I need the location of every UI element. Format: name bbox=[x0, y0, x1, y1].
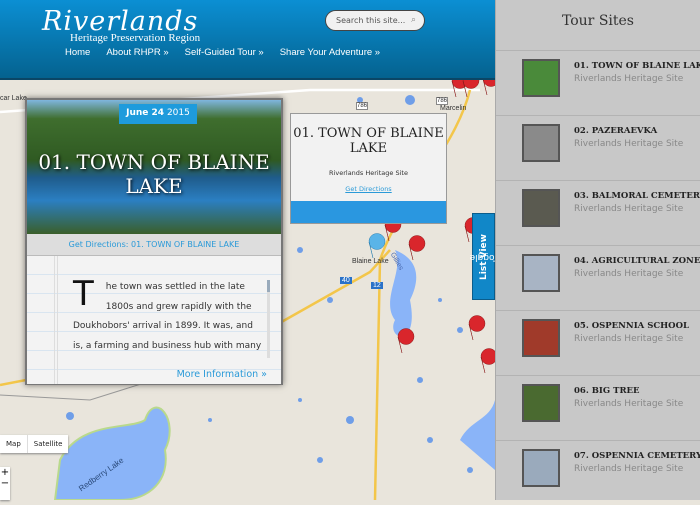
logo-subtitle: Heritage Preservation Region bbox=[70, 32, 201, 44]
info-bar bbox=[291, 201, 446, 223]
tour-site-item[interactable]: 03. BALMORAL CEMETERY Riverlands Heritage… bbox=[496, 180, 700, 245]
notebook-margin bbox=[54, 256, 58, 384]
site-subtitle: Riverlands Heritage Site bbox=[574, 399, 684, 409]
get-directions-link[interactable]: Get Directions: 01. TOWN OF BLAINE LAKE bbox=[27, 234, 281, 256]
search-input[interactable]: Search this site... ⌕ bbox=[325, 10, 425, 31]
nav-tour[interactable]: Self-Guided Tour » bbox=[185, 47, 264, 58]
description: The town was settled in the late 1800s a… bbox=[73, 274, 263, 356]
site-thumbnail bbox=[522, 254, 560, 292]
more-information-link[interactable]: More Information » bbox=[177, 369, 267, 380]
search-icon[interactable]: ⌕ bbox=[411, 15, 416, 25]
nav-home[interactable]: Home bbox=[65, 47, 90, 58]
info-subtitle: Riverlands Heritage Site bbox=[329, 169, 408, 177]
site-thumbnail bbox=[522, 449, 560, 487]
date-year: 2015 bbox=[166, 108, 190, 118]
site-subtitle: Riverlands Heritage Site bbox=[574, 204, 684, 214]
site-title: 03. BALMORAL CEMETERY bbox=[574, 191, 700, 201]
site-thumbnail bbox=[522, 384, 560, 422]
sidebar-title: Tour Sites bbox=[561, 13, 634, 29]
date-day: June 24 bbox=[126, 108, 165, 118]
nav-share[interactable]: Share Your Adventure » bbox=[280, 47, 380, 58]
site-thumbnail bbox=[522, 59, 560, 97]
site-title: 06. BIG TREE bbox=[574, 386, 640, 396]
map-label-blaine-lake: Blaine Lake bbox=[352, 258, 389, 265]
map-label-marcelin: Marcelin bbox=[440, 105, 467, 112]
site-subtitle: Riverlands Heritage Site bbox=[574, 269, 684, 279]
drop-cap: T bbox=[73, 274, 94, 314]
highway-shield: 12 bbox=[371, 282, 383, 289]
description-text: he town was settled in the late 1800s an… bbox=[73, 282, 262, 351]
scrollbar[interactable] bbox=[267, 280, 270, 358]
site-title: 02. PAZERAEVKA bbox=[574, 126, 658, 136]
toggle-prefix: Toggle bbox=[469, 251, 498, 262]
tour-site-item[interactable]: 01. TOWN OF BLAINE LAKE Riverlands Herita… bbox=[496, 50, 700, 115]
site-subtitle: Riverlands Heritage Site bbox=[574, 139, 684, 149]
tour-site-item[interactable]: 04. AGRICULTURAL ZONE Riverlands Heritage… bbox=[496, 245, 700, 310]
info-directions-link[interactable]: Get Directions bbox=[291, 185, 446, 193]
map-type-satellite-button[interactable]: Satellite bbox=[26, 435, 69, 453]
map-type-map-button[interactable]: Map bbox=[0, 435, 27, 453]
main-nav: Home About RHPR » Self-Guided Tour » Sha… bbox=[65, 47, 380, 58]
logo[interactable]: Riverlands Heritage Preservation Region bbox=[42, 8, 201, 45]
site-subtitle: Riverlands Heritage Site bbox=[574, 464, 684, 474]
zoom-control: + − bbox=[0, 467, 10, 500]
site-header: Riverlands Heritage Preservation Region … bbox=[0, 0, 495, 80]
tour-site-item[interactable]: 07. OSPENNIA CEMETERY Riverlands Heritage… bbox=[496, 440, 700, 505]
site-title: 04. AGRICULTURAL ZONE bbox=[574, 256, 700, 266]
site-subtitle: Riverlands Heritage Site bbox=[574, 334, 684, 344]
toggle-list-view-button[interactable]: Toggle List View bbox=[469, 213, 498, 300]
site-thumbnail bbox=[522, 189, 560, 227]
tour-site-item[interactable]: 02. PAZERAEVKA Riverlands Heritage Site bbox=[496, 115, 700, 180]
date-badge: June 24 2015 bbox=[119, 104, 197, 124]
highway-shield: 786 bbox=[356, 102, 369, 110]
site-thumbnail bbox=[522, 124, 560, 162]
site-title: 07. OSPENNIA CEMETERY bbox=[574, 451, 700, 461]
info-title: 01. TOWN OF BLAINE LAKE bbox=[293, 126, 444, 156]
search-placeholder: Search this site... bbox=[336, 16, 406, 25]
nav-about[interactable]: About RHPR » bbox=[106, 47, 168, 58]
site-title: 05. OSPENNIA SCHOOL bbox=[574, 321, 689, 331]
card-body: The town was settled in the late 1800s a… bbox=[27, 256, 281, 384]
tour-site-item[interactable]: 06. BIG TREE Riverlands Heritage Site bbox=[496, 375, 700, 440]
tour-sites-sidebar: Tour Sites 01. TOWN OF BLAINE LAKE Riverl… bbox=[495, 0, 700, 500]
map-label: car Lake bbox=[0, 95, 27, 102]
hero-image: June 24 2015 01. TOWN OF BLAINE LAKE bbox=[27, 100, 281, 234]
card-title: 01. TOWN OF BLAINE LAKE bbox=[38, 150, 270, 198]
tour-site-item[interactable]: 05. OSPENNIA SCHOOL Riverlands Heritage S… bbox=[496, 310, 700, 375]
zoom-out-button[interactable]: − bbox=[0, 478, 10, 489]
highway-shield: 40 bbox=[340, 277, 352, 284]
site-thumbnail bbox=[522, 319, 560, 357]
highway-shield: 786 bbox=[436, 97, 449, 105]
map-type-control: Map Satellite bbox=[0, 435, 69, 453]
site-subtitle: Riverlands Heritage Site bbox=[574, 74, 684, 84]
map-info-window: 01. TOWN OF BLAINE LAKE Riverlands Herit… bbox=[290, 113, 447, 224]
zoom-in-button[interactable]: + bbox=[0, 467, 10, 478]
site-title: 01. TOWN OF BLAINE LAKE bbox=[574, 61, 700, 71]
site-detail-card: June 24 2015 01. TOWN OF BLAINE LAKE Get… bbox=[25, 98, 283, 385]
